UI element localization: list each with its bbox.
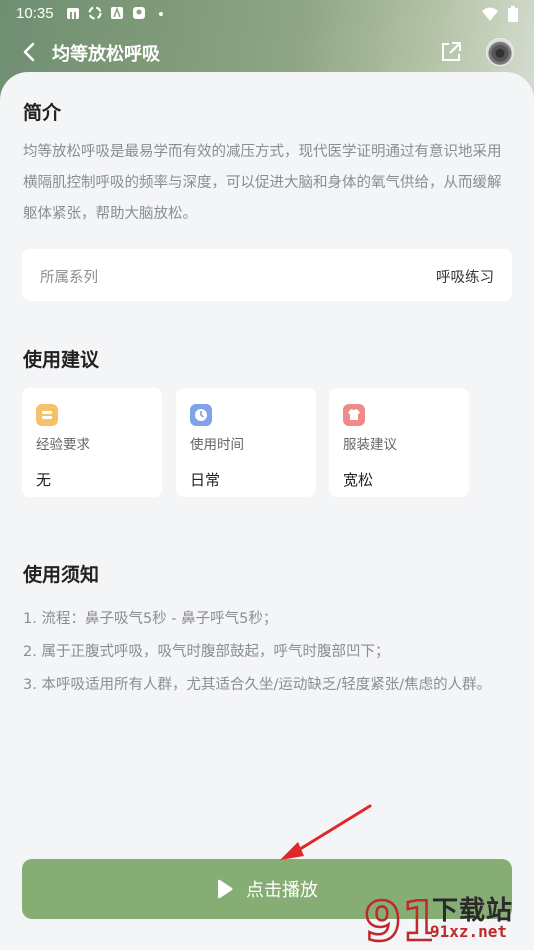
play-icon bbox=[218, 879, 233, 899]
avatar[interactable] bbox=[486, 38, 514, 66]
intro-description: 均等放松呼吸是最易学而有效的减压方式，现代医学证明通过有意识地采用横隔肌控制呼吸… bbox=[23, 144, 502, 222]
status-time: 10:35 bbox=[16, 5, 54, 22]
a-notification-icon bbox=[111, 6, 123, 19]
back-icon[interactable] bbox=[16, 38, 44, 66]
suggestion-card-time: 使用时间 日常 bbox=[176, 388, 316, 497]
notes-heading: 使用须知 bbox=[23, 564, 100, 586]
experience-icon bbox=[36, 404, 58, 426]
watermark: 91 下载站 91xz.net bbox=[360, 888, 534, 950]
location-notification-icon bbox=[133, 7, 145, 19]
series-value: 呼吸练习 bbox=[436, 270, 494, 286]
note-item: 3. 本呼吸适用所有人群，尤其适合久坐/运动缺乏/轻度紧张/焦虑的人群。 bbox=[23, 677, 492, 693]
wifi-icon bbox=[482, 7, 498, 21]
suggestion-card-clothing: 服装建议 宽松 bbox=[329, 388, 469, 497]
share-icon[interactable] bbox=[438, 39, 464, 65]
series-label: 所属系列 bbox=[40, 270, 98, 286]
suggestion-label: 使用时间 bbox=[190, 437, 244, 453]
watermark-logo-icon: 91 bbox=[363, 889, 432, 950]
sync-notification-icon bbox=[88, 6, 102, 20]
shirt-icon bbox=[343, 404, 365, 426]
status-bar: 10:35 bbox=[0, 0, 534, 28]
page-title: 均等放松呼吸 bbox=[52, 44, 160, 65]
suggestion-card-experience: 经验要求 无 bbox=[22, 388, 162, 497]
suggestion-value: 宽松 bbox=[343, 471, 374, 489]
notification-icons bbox=[66, 6, 168, 20]
battery-icon bbox=[508, 6, 518, 22]
play-label: 点击播放 bbox=[246, 880, 318, 901]
system-icons bbox=[482, 6, 518, 22]
app-notification-icon bbox=[67, 8, 79, 19]
note-item: 1. 流程：鼻子吸气5秒 - 鼻子呼气5秒； bbox=[23, 611, 278, 627]
dot-icon bbox=[159, 12, 163, 16]
note-item: 2. 属于正腹式呼吸，吸气时腹部鼓起，呼气时腹部凹下； bbox=[23, 644, 390, 660]
annotation-arrow-icon bbox=[280, 804, 372, 860]
title-bar: 均等放松呼吸 bbox=[0, 28, 534, 76]
watermark-sub: 91xz.net bbox=[430, 922, 508, 941]
svg-text:91: 91 bbox=[364, 890, 432, 950]
intro-heading: 简介 bbox=[23, 102, 62, 124]
notes-list: 1. 流程：鼻子吸气5秒 - 鼻子呼气5秒； 2. 属于正腹式呼吸，吸气时腹部鼓… bbox=[23, 603, 513, 702]
clock-icon bbox=[190, 404, 212, 426]
suggestion-label: 服装建议 bbox=[343, 437, 397, 453]
suggestions-heading: 使用建议 bbox=[23, 349, 100, 371]
suggestion-label: 经验要求 bbox=[36, 437, 90, 453]
suggestion-value: 无 bbox=[36, 471, 52, 489]
series-card[interactable]: 所属系列 呼吸练习 bbox=[22, 249, 512, 301]
suggestion-value: 日常 bbox=[190, 471, 221, 489]
